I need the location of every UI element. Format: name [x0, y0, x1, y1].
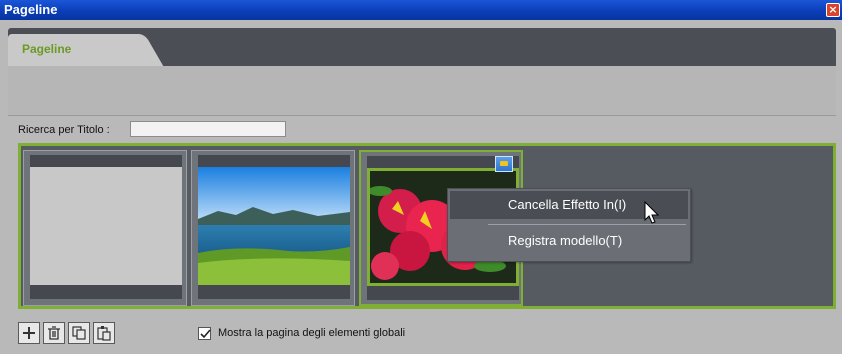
context-menu: Cancella Effetto In(I) Registra modello(…: [447, 188, 691, 262]
tab-pageline[interactable]: Pageline: [8, 34, 134, 66]
mouse-cursor-icon: [644, 201, 660, 224]
close-button[interactable]: ×: [826, 3, 840, 17]
delete-page-button[interactable]: [43, 322, 65, 344]
page-strip: [18, 143, 836, 309]
plus-icon: [23, 327, 35, 339]
page-thumbnail-2[interactable]: [191, 150, 355, 306]
effect-badge-icon[interactable]: [495, 156, 513, 172]
page-thumbnail-1[interactable]: [23, 150, 187, 306]
global-elements-checkbox[interactable]: [198, 327, 211, 340]
global-elements-label: Mostra la pagina degli elementi globali: [218, 327, 406, 339]
landscape-image: [198, 167, 350, 285]
window-title: Pageline: [4, 2, 58, 17]
tab-panel: [8, 66, 836, 116]
trash-icon: [48, 326, 60, 340]
menu-item-save-template[interactable]: Registra modello(T): [450, 227, 688, 255]
check-icon: [200, 329, 211, 339]
paste-page-button[interactable]: [93, 322, 115, 344]
blank-page-preview: [30, 167, 182, 285]
copy-icon: [72, 326, 86, 340]
copy-page-button[interactable]: [68, 322, 90, 344]
close-icon: ×: [828, 3, 838, 16]
search-title-input[interactable]: [130, 121, 286, 137]
add-page-button[interactable]: [18, 322, 40, 344]
paste-icon: [97, 326, 111, 341]
title-bar: Pageline ×: [0, 0, 842, 20]
tab-label: Pageline: [22, 42, 72, 56]
search-label: Ricerca per Titolo :: [18, 124, 110, 136]
